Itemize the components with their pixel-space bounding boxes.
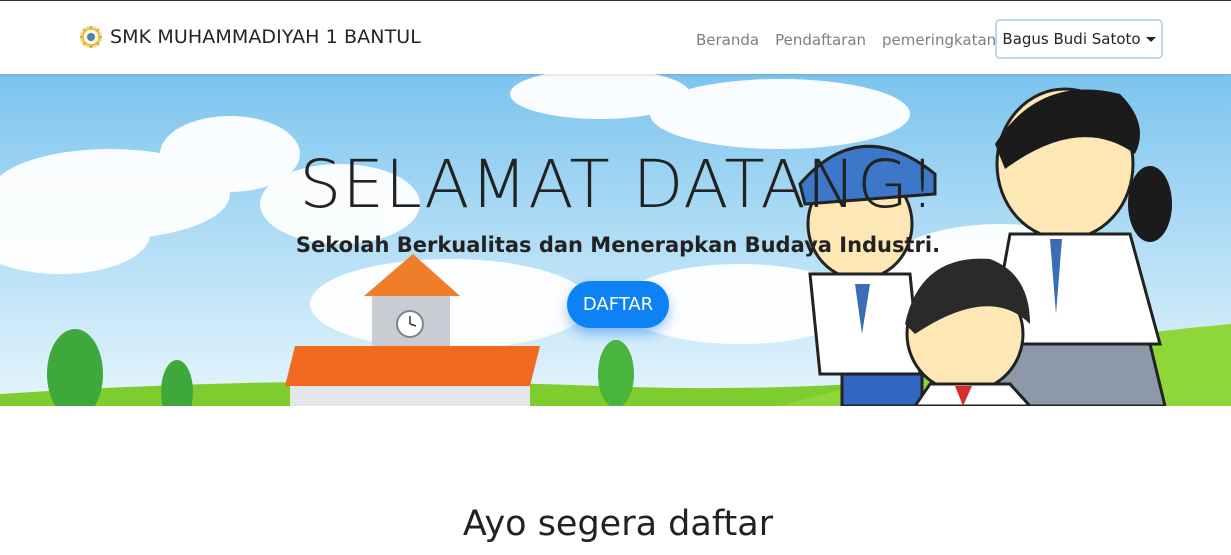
hero-subtitle: Sekolah Berkualitas dan Menerapkan Buday… <box>295 233 941 257</box>
hero-title: SELAMAT DATANG! <box>299 146 937 223</box>
nav-link-pemeringkatan[interactable]: pemeringkatan <box>882 31 996 49</box>
nav-link-pendaftaran[interactable]: Pendaftaran <box>775 31 866 49</box>
hero-banner: SELAMAT DATANG! Sekolah Berkualitas dan … <box>0 74 1231 406</box>
caret-down-icon <box>1145 36 1156 42</box>
daftar-button[interactable]: DAFTAR <box>567 281 669 328</box>
section-title: Ayo segera daftar <box>462 504 774 544</box>
brand-name: SMK MUHAMMADIYAH 1 BANTUL <box>110 26 421 48</box>
navbar: SMK MUHAMMADIYAH 1 BANTUL Beranda Pendaf… <box>0 1 1231 74</box>
nav-link-beranda[interactable]: Beranda <box>696 31 759 49</box>
user-name: Bagus Budi Satoto <box>1002 30 1141 48</box>
school-logo-icon <box>80 26 102 48</box>
user-dropdown-button[interactable]: Bagus Budi Satoto <box>995 19 1163 59</box>
brand-link[interactable]: SMK MUHAMMADIYAH 1 BANTUL <box>79 25 421 49</box>
nav-menu: Beranda Pendaftaran pemeringkatan <box>696 29 1019 51</box>
